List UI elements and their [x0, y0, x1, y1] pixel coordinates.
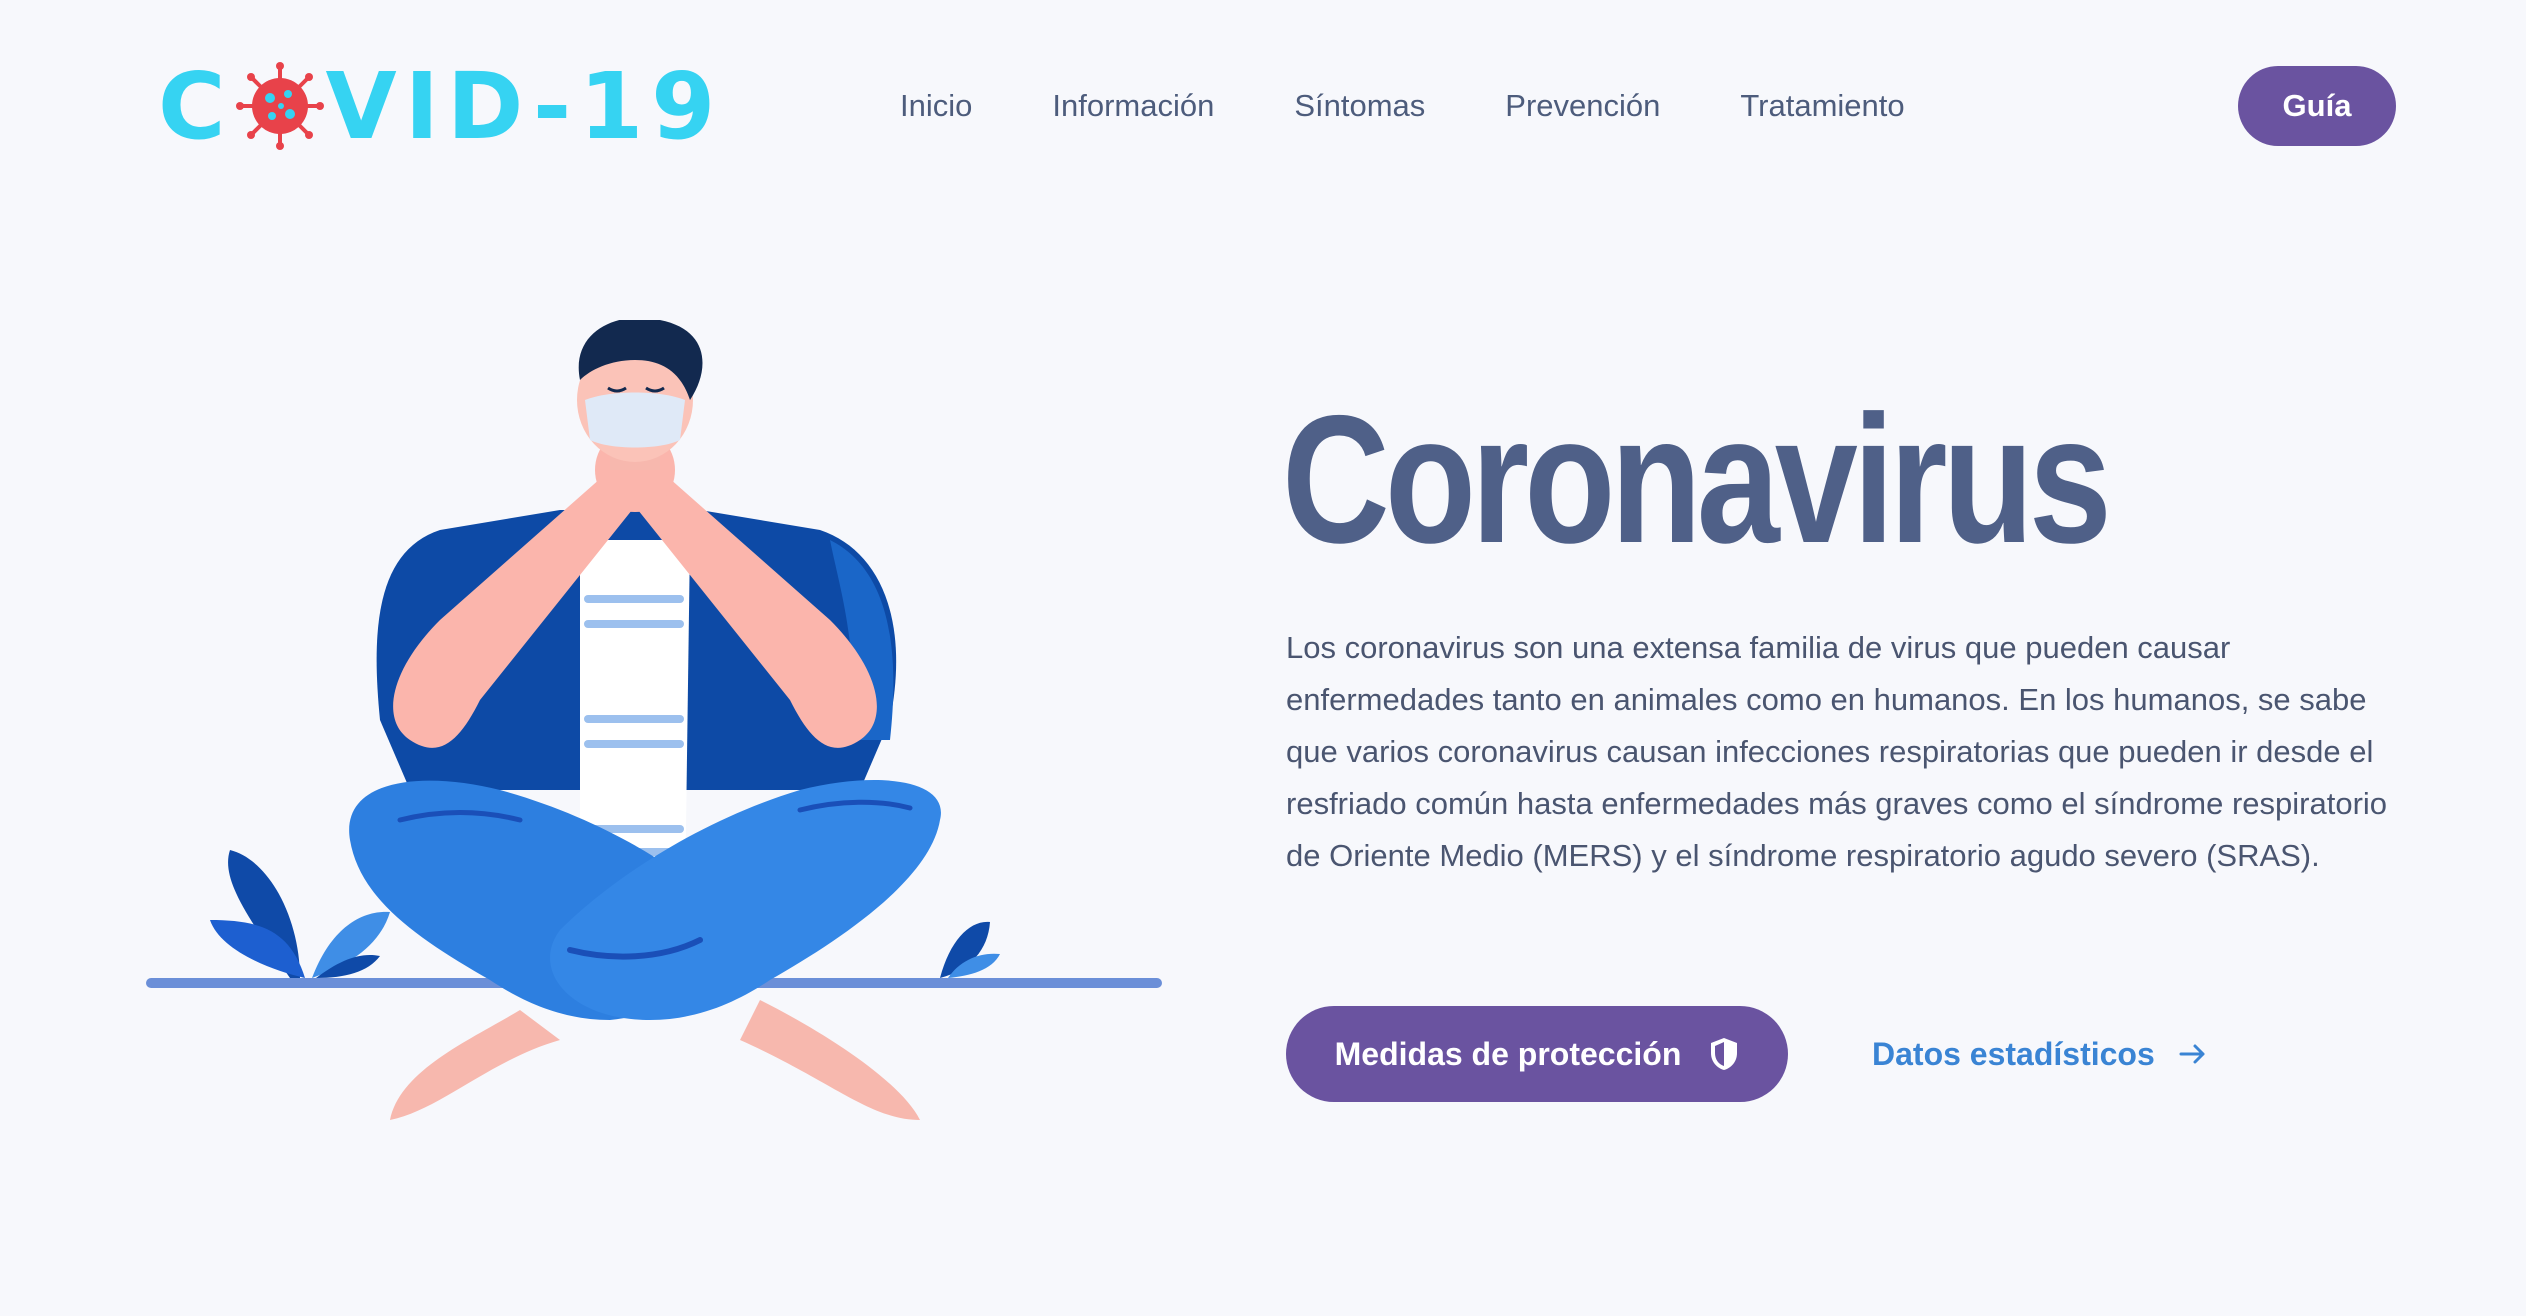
nav-item-prevencion[interactable]: Prevención	[1505, 88, 1660, 124]
arrow-right-icon	[2177, 1038, 2209, 1070]
guide-button[interactable]: Guía	[2238, 66, 2396, 146]
landing-page: C VID-19 Inicio Información Síntomas Pre…	[0, 0, 2526, 1316]
virus-icon	[235, 62, 324, 150]
nav-item-tratamiento[interactable]: Tratamiento	[1740, 88, 1904, 124]
nav-item-inicio[interactable]: Inicio	[900, 88, 972, 124]
statistics-link[interactable]: Datos estadísticos	[1872, 1030, 2209, 1078]
logo-prefix: C	[158, 52, 234, 160]
nav-item-sintomas[interactable]: Síntomas	[1294, 88, 1425, 124]
main-nav: Inicio Información Síntomas Prevención T…	[900, 78, 1905, 134]
covid-logo[interactable]: C VID-19	[158, 53, 723, 160]
logo-suffix: VID-19	[325, 52, 724, 160]
person-coughing-with-mask-illustration	[140, 320, 1170, 1140]
protection-measures-button[interactable]: Medidas de protección	[1286, 1006, 1788, 1102]
hero-description: Los coronavirus son una extensa familia …	[1286, 630, 2388, 873]
protection-measures-label: Medidas de protección	[1334, 1035, 1682, 1072]
site-header: C VID-19 Inicio Información Síntomas Pre…	[0, 0, 2526, 210]
statistics-link-label: Datos estadísticos	[1872, 1035, 2155, 1072]
shield-icon	[1709, 1037, 1739, 1071]
hero-title: Coronavirus	[1282, 377, 2112, 581]
nav-item-informacion[interactable]: Información	[1052, 88, 1214, 124]
